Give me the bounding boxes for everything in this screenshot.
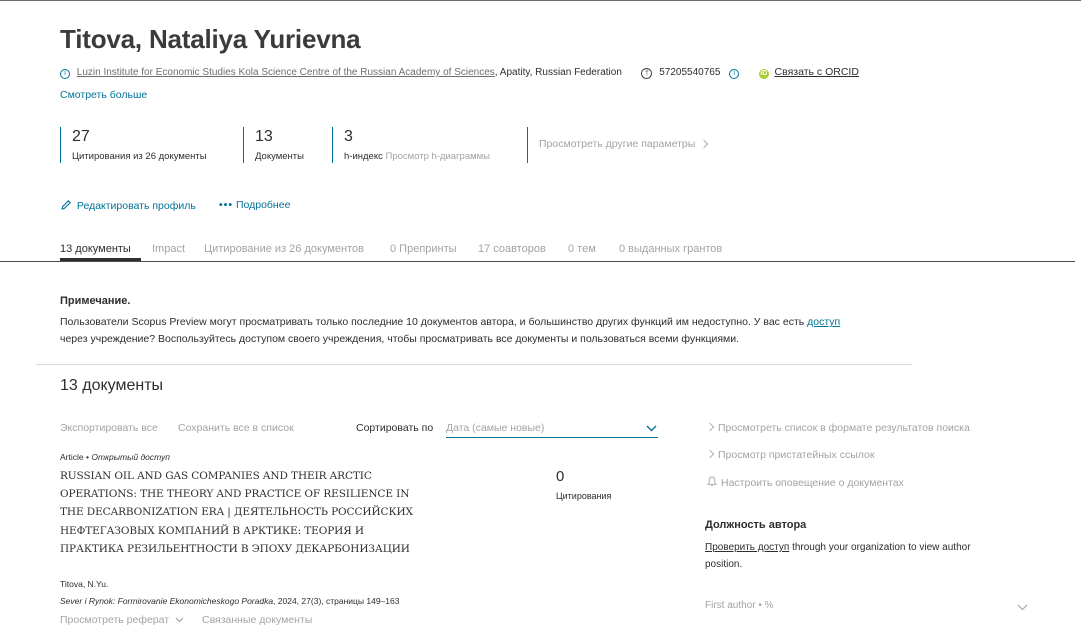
bell-icon [706, 476, 718, 486]
note-line2: через учреждение? Воспользуйтесь доступо… [60, 333, 740, 345]
tab-impact[interactable]: Impact [152, 243, 185, 255]
doc-type: Article [60, 452, 84, 462]
affiliation-location: , Apatity, Russian Federation [494, 67, 622, 78]
view-abstract-label: Просмотреть реферат [60, 614, 170, 626]
sidebar-link-references[interactable]: Просмотр пристатейных ссылок [705, 449, 875, 461]
scopus-id: 57205540765 [659, 67, 721, 78]
tab-documents[interactable]: 13 документы [60, 243, 131, 255]
affiliation-row: i Luzin Institute for Economic Studies K… [60, 66, 859, 79]
tab-grants[interactable]: 0 выданных грантов [619, 243, 722, 255]
orcid-icon: iD [758, 69, 769, 79]
view-more-metrics-link[interactable]: Просмотреть другие параметры [539, 138, 709, 150]
open-access-badge: Открытый доступ [91, 452, 170, 462]
h-index-row: h-индекс Просмотр h-диаграммы [344, 151, 490, 162]
first-author-percent: % [764, 600, 774, 611]
info-icon[interactable]: i [60, 69, 70, 79]
note-title: Примечание. [60, 295, 131, 307]
edit-profile-button[interactable]: Редактировать профиль [60, 199, 196, 212]
chevron-right-icon [705, 422, 715, 432]
documents-heading: 13 документы [60, 377, 164, 394]
documents-label[interactable]: Документы [255, 151, 304, 162]
top-border [0, 0, 1081, 1]
scopus-id-info-icon[interactable]: i [729, 69, 740, 79]
author-position-title: Должность автора [705, 519, 807, 531]
affiliation-link[interactable]: Luzin Institute for Economic Studies Kol… [77, 67, 495, 78]
access-link[interactable]: доступ [807, 316, 840, 328]
document-title[interactable]: RUSSIAN OIL AND GAS COMPANIES AND THEIR … [60, 467, 420, 558]
h-index-value: 3 [344, 128, 353, 145]
chevron-right-icon [705, 449, 715, 459]
tab-cited-by[interactable]: Цитирование из 26 документов [204, 243, 364, 255]
document-source: Sever i Rynok: Formirovanie Ekonomichesk… [60, 596, 399, 606]
author-name: Titova, Nataliya Yurievna [60, 24, 361, 54]
note-text: Пользователи Scopus Preview могут просма… [60, 314, 840, 348]
edit-profile-label: Редактировать профиль [76, 200, 196, 212]
journal-name: Sever i Rynok: Formirovanie Ekonomichesk… [60, 596, 274, 606]
sort-select-value: Дата (самые новые) [446, 422, 545, 434]
document-citations: 0 [556, 468, 565, 485]
check-access-link[interactable]: Проверить доступ [705, 542, 789, 553]
see-more-link[interactable]: Смотреть больше [60, 89, 147, 101]
documents-value: 13 [255, 128, 273, 145]
sidebar-link-results[interactable]: Просмотреть список в формате результатов… [705, 422, 970, 434]
chevron-down-icon[interactable] [1017, 604, 1028, 611]
related-documents-link[interactable]: Связанные документы [202, 614, 312, 626]
h-graph-link[interactable]: Просмотр h-диаграммы [385, 151, 490, 162]
citations-label[interactable]: Цитирования из 26 документы [72, 151, 207, 162]
sidebar-link-results-label: Просмотреть список в формате результатов… [718, 422, 970, 434]
h-index-label: h-индекс [344, 151, 383, 162]
view-more-metrics-label: Просмотреть другие параметры [539, 138, 696, 150]
metric-divider [332, 127, 333, 163]
chevron-right-icon [699, 139, 709, 149]
tab-coauthors[interactable]: 17 соавторов [478, 243, 546, 255]
sidebar-link-alert[interactable]: Настроить оповещение о документах [706, 476, 904, 489]
metric-divider [243, 127, 244, 163]
more-dots-icon: ••• [219, 199, 234, 211]
chevron-down-icon [646, 425, 657, 432]
more-label: Подробнее [235, 199, 291, 211]
author-position-text: Проверить доступ through your organizati… [705, 539, 1005, 573]
tabs-divider [0, 261, 1075, 262]
tab-topics[interactable]: 0 тем [568, 243, 596, 255]
save-all-button[interactable]: Сохранить все в список [178, 422, 294, 434]
citations-value: 27 [72, 128, 90, 145]
first-author-label: First author [705, 600, 756, 611]
scopus-id-icon: † [641, 68, 653, 79]
export-all-button[interactable]: Экспортировать все [60, 422, 158, 434]
journal-details: , 2024, 27(3), страницы 149–163 [273, 596, 400, 606]
orcid-link[interactable]: Связать с ORCID [775, 66, 859, 78]
pencil-icon [61, 200, 71, 210]
sidebar-link-alert-label: Настроить оповещение о документах [721, 477, 904, 489]
metric-divider [527, 127, 528, 163]
section-divider [36, 364, 912, 365]
chevron-down-icon [175, 617, 184, 623]
note-line1: Пользователи Scopus Preview могут просма… [60, 316, 805, 328]
more-button[interactable]: ••• Подробнее [219, 199, 290, 211]
metric-divider [60, 127, 61, 163]
sort-label: Сортировать по [356, 422, 434, 434]
view-abstract-button[interactable]: Просмотреть реферат [60, 614, 184, 626]
first-author-row: First author • % [705, 600, 774, 611]
document-authors[interactable]: Titova, N.Yu. [60, 579, 108, 589]
document-citations-label: Цитирования [556, 491, 612, 501]
sidebar-link-references-label: Просмотр пристатейных ссылок [718, 449, 875, 461]
doc-type-row: Article • Открытый доступ [60, 452, 170, 462]
tab-preprints[interactable]: 0 Препринты [390, 243, 457, 255]
sort-select[interactable]: Дата (самые новые) [446, 420, 658, 438]
